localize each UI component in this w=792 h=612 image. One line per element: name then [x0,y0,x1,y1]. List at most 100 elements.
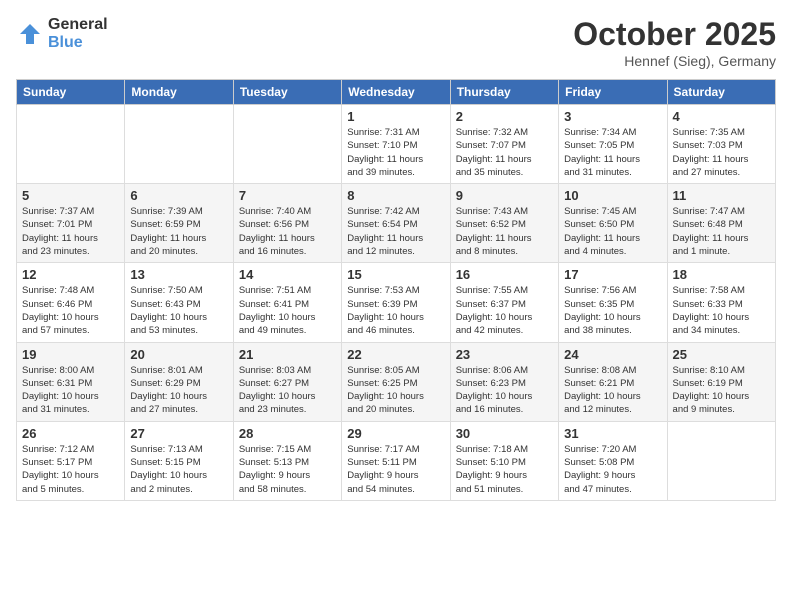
day-info: Sunrise: 8:00 AM Sunset: 6:31 PM Dayligh… [22,364,119,417]
calendar-cell: 22 Sunrise: 8:05 AM Sunset: 6:25 PM Dayli… [342,342,450,421]
day-info: Sunrise: 7:45 AM Sunset: 6:50 PM Dayligh… [564,205,661,258]
day-number: 23 [456,347,553,362]
calendar-cell: 7 Sunrise: 7:40 AM Sunset: 6:56 PM Daylig… [233,184,341,263]
calendar-cell: 12 Sunrise: 7:48 AM Sunset: 6:46 PM Dayli… [17,263,125,342]
day-info: Sunrise: 7:31 AM Sunset: 7:10 PM Dayligh… [347,126,444,179]
day-number: 13 [130,267,227,282]
weekday-header: Monday [125,80,233,105]
calendar-cell: 9 Sunrise: 7:43 AM Sunset: 6:52 PM Daylig… [450,184,558,263]
location-subtitle: Hennef (Sieg), Germany [573,53,776,69]
calendar-cell: 2 Sunrise: 7:32 AM Sunset: 7:07 PM Daylig… [450,105,558,184]
day-number: 11 [673,188,770,203]
day-number: 25 [673,347,770,362]
day-info: Sunrise: 7:12 AM Sunset: 5:17 PM Dayligh… [22,443,119,496]
day-info: Sunrise: 7:53 AM Sunset: 6:39 PM Dayligh… [347,284,444,337]
day-info: Sunrise: 7:17 AM Sunset: 5:11 PM Dayligh… [347,443,444,496]
day-number: 3 [564,109,661,124]
day-info: Sunrise: 7:35 AM Sunset: 7:03 PM Dayligh… [673,126,770,179]
day-number: 5 [22,188,119,203]
day-number: 1 [347,109,444,124]
day-info: Sunrise: 7:18 AM Sunset: 5:10 PM Dayligh… [456,443,553,496]
title-section: October 2025 Hennef (Sieg), Germany [573,16,776,69]
day-info: Sunrise: 7:40 AM Sunset: 6:56 PM Dayligh… [239,205,336,258]
calendar-cell: 26 Sunrise: 7:12 AM Sunset: 5:17 PM Dayli… [17,421,125,500]
weekday-header: Saturday [667,80,775,105]
calendar-cell: 31Sunrise: 7:20 AM Sunset: 5:08 PM Dayli… [559,421,667,500]
calendar-cell: 13 Sunrise: 7:50 AM Sunset: 6:43 PM Dayli… [125,263,233,342]
calendar-cell [125,105,233,184]
calendar-cell: 5 Sunrise: 7:37 AM Sunset: 7:01 PM Daylig… [17,184,125,263]
day-number: 9 [456,188,553,203]
day-info: Sunrise: 7:43 AM Sunset: 6:52 PM Dayligh… [456,205,553,258]
day-number: 24 [564,347,661,362]
day-number: 12 [22,267,119,282]
calendar-cell [667,421,775,500]
weekday-header: Wednesday [342,80,450,105]
calendar-cell: 24Sunrise: 8:08 AM Sunset: 6:21 PM Dayli… [559,342,667,421]
calendar-cell: 30 Sunrise: 7:18 AM Sunset: 5:10 PM Dayli… [450,421,558,500]
day-info: Sunrise: 7:32 AM Sunset: 7:07 PM Dayligh… [456,126,553,179]
calendar-cell: 23 Sunrise: 8:06 AM Sunset: 6:23 PM Dayli… [450,342,558,421]
calendar-cell: 11 Sunrise: 7:47 AM Sunset: 6:48 PM Dayli… [667,184,775,263]
day-number: 30 [456,426,553,441]
day-number: 2 [456,109,553,124]
day-number: 18 [673,267,770,282]
calendar-cell: 10 Sunrise: 7:45 AM Sunset: 6:50 PM Dayli… [559,184,667,263]
day-number: 15 [347,267,444,282]
day-info: Sunrise: 8:05 AM Sunset: 6:25 PM Dayligh… [347,364,444,417]
day-number: 20 [130,347,227,362]
weekday-header: Friday [559,80,667,105]
day-info: Sunrise: 7:34 AM Sunset: 7:05 PM Dayligh… [564,126,661,179]
day-number: 26 [22,426,119,441]
calendar-cell: 6 Sunrise: 7:39 AM Sunset: 6:59 PM Daylig… [125,184,233,263]
calendar-table: SundayMondayTuesdayWednesdayThursdayFrid… [16,79,776,501]
day-info: Sunrise: 8:10 AM Sunset: 6:19 PM Dayligh… [673,364,770,417]
day-number: 14 [239,267,336,282]
day-info: Sunrise: 7:58 AM Sunset: 6:33 PM Dayligh… [673,284,770,337]
calendar-cell [17,105,125,184]
day-info: Sunrise: 7:48 AM Sunset: 6:46 PM Dayligh… [22,284,119,337]
day-number: 8 [347,188,444,203]
logo-blue-text: Blue [48,34,108,52]
day-number: 17 [564,267,661,282]
day-number: 7 [239,188,336,203]
day-info: Sunrise: 8:06 AM Sunset: 6:23 PM Dayligh… [456,364,553,417]
day-info: Sunrise: 7:47 AM Sunset: 6:48 PM Dayligh… [673,205,770,258]
calendar-cell: 25 Sunrise: 8:10 AM Sunset: 6:19 PM Dayli… [667,342,775,421]
day-info: Sunrise: 7:50 AM Sunset: 6:43 PM Dayligh… [130,284,227,337]
calendar-cell: 21 Sunrise: 8:03 AM Sunset: 6:27 PM Dayli… [233,342,341,421]
day-number: 21 [239,347,336,362]
weekday-header: Tuesday [233,80,341,105]
day-info: Sunrise: 8:01 AM Sunset: 6:29 PM Dayligh… [130,364,227,417]
calendar-cell: 18 Sunrise: 7:58 AM Sunset: 6:33 PM Dayli… [667,263,775,342]
calendar-cell: 16Sunrise: 7:55 AM Sunset: 6:37 PM Dayli… [450,263,558,342]
day-info: Sunrise: 7:55 AM Sunset: 6:37 PM Dayligh… [456,284,553,337]
logo-general-text: General [48,16,108,34]
day-number: 31 [564,426,661,441]
weekday-header: Sunday [17,80,125,105]
day-info: Sunrise: 7:51 AM Sunset: 6:41 PM Dayligh… [239,284,336,337]
day-info: Sunrise: 7:56 AM Sunset: 6:35 PM Dayligh… [564,284,661,337]
day-number: 6 [130,188,227,203]
logo: General Blue [16,16,108,51]
day-number: 10 [564,188,661,203]
calendar-cell: 14 Sunrise: 7:51 AM Sunset: 6:41 PM Dayli… [233,263,341,342]
weekday-header: Thursday [450,80,558,105]
calendar-cell: 28Sunrise: 7:15 AM Sunset: 5:13 PM Dayli… [233,421,341,500]
day-number: 19 [22,347,119,362]
day-info: Sunrise: 7:13 AM Sunset: 5:15 PM Dayligh… [130,443,227,496]
calendar-cell: 15 Sunrise: 7:53 AM Sunset: 6:39 PM Dayli… [342,263,450,342]
calendar-cell: 4 Sunrise: 7:35 AM Sunset: 7:03 PM Daylig… [667,105,775,184]
day-number: 4 [673,109,770,124]
day-info: Sunrise: 7:42 AM Sunset: 6:54 PM Dayligh… [347,205,444,258]
day-number: 22 [347,347,444,362]
calendar-cell: 17 Sunrise: 7:56 AM Sunset: 6:35 PM Dayli… [559,263,667,342]
calendar-cell: 3 Sunrise: 7:34 AM Sunset: 7:05 PM Daylig… [559,105,667,184]
calendar-cell: 29Sunrise: 7:17 AM Sunset: 5:11 PM Dayli… [342,421,450,500]
calendar-cell: 19 Sunrise: 8:00 AM Sunset: 6:31 PM Dayli… [17,342,125,421]
day-info: Sunrise: 7:39 AM Sunset: 6:59 PM Dayligh… [130,205,227,258]
calendar-cell: 1 Sunrise: 7:31 AM Sunset: 7:10 PM Daylig… [342,105,450,184]
day-info: Sunrise: 7:37 AM Sunset: 7:01 PM Dayligh… [22,205,119,258]
day-number: 28 [239,426,336,441]
day-info: Sunrise: 8:03 AM Sunset: 6:27 PM Dayligh… [239,364,336,417]
